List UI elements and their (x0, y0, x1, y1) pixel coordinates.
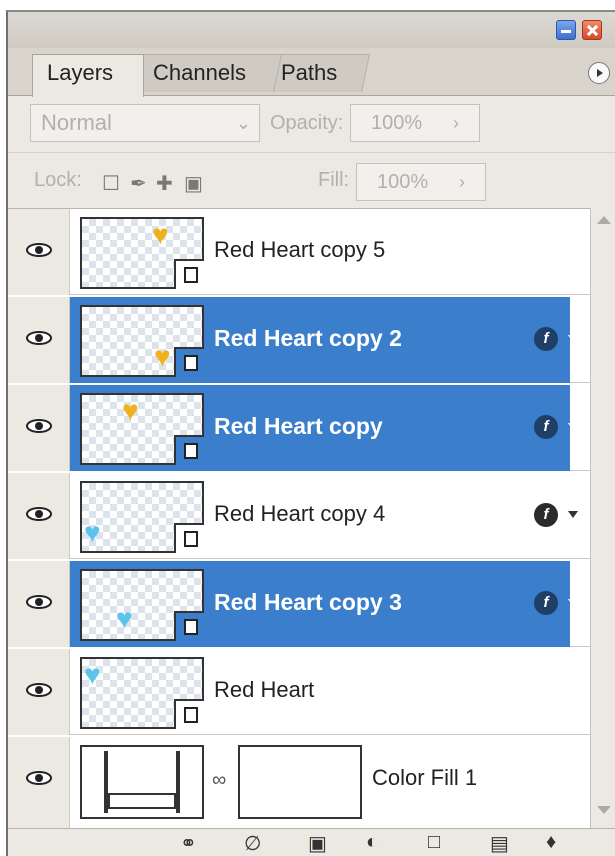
folder-icon[interactable]: □ (428, 831, 440, 854)
blend-opacity-row: Normal ⌄ Opacity: 100% › (8, 96, 615, 150)
layer-row[interactable]: ♥ Red Heart copy f (8, 385, 590, 471)
layer-row[interactable]: ∞ Color Fill 1 (8, 737, 590, 829)
visibility-toggle[interactable] (8, 473, 70, 559)
fill-thumbnail (80, 745, 204, 819)
opacity-label: Opacity: (270, 112, 344, 134)
link-icon (184, 443, 198, 459)
fx-icon[interactable]: f (534, 503, 558, 527)
chevron-right-icon[interactable]: › (453, 105, 459, 141)
opacity-field[interactable]: 100% › (350, 104, 480, 142)
layer-name: Red Heart copy 2 (214, 325, 402, 351)
lock-label: Lock: (34, 169, 82, 191)
chevron-down-icon[interactable] (568, 423, 578, 430)
fill-label: Fill: (318, 169, 350, 191)
layer-row[interactable]: ♥ Red Heart copy 3 f (8, 561, 590, 647)
heart-icon: ♥ (122, 395, 139, 426)
visibility-toggle[interactable] (8, 385, 70, 471)
layer-thumbnail: ♥ (80, 217, 204, 289)
layer-name: Red Heart copy (214, 413, 383, 439)
bottom-toolbar: ⚭ ∅ ▣ ◐ □ ▤ ♦ (8, 828, 615, 856)
chevron-down-icon[interactable] (568, 335, 578, 342)
link-icon (184, 355, 198, 371)
layers-panel: Paths Channels Layers Normal ⌄ Opacity: … (6, 10, 615, 856)
chevron-down-icon[interactable] (568, 599, 578, 606)
layer-row[interactable]: ♥ Red Heart copy 4 f (8, 473, 590, 559)
link-layers-icon[interactable]: ⚭ (180, 831, 197, 856)
panel-titlebar (8, 12, 615, 48)
chevron-down-icon[interactable] (568, 511, 578, 518)
eye-icon (26, 683, 52, 697)
fx-icon[interactable]: f (534, 591, 558, 615)
mask-icon[interactable]: ▣ (308, 831, 327, 856)
heart-icon: ♥ (152, 219, 169, 250)
layer-thumbnail: ♥ (80, 657, 204, 729)
lock-paint-icon[interactable]: ✒ (130, 171, 147, 196)
lock-fill-row: Lock: ☐ ✒ ✚ ▣ Fill: 100% › (8, 152, 615, 208)
scroll-down-icon[interactable] (597, 806, 611, 814)
link-icon (184, 267, 198, 283)
visibility-toggle[interactable] (8, 209, 70, 295)
layer-thumbnail: ♥ (80, 481, 204, 553)
fill-field[interactable]: 100% › (356, 163, 486, 201)
link-icon (184, 707, 198, 723)
eye-icon (26, 331, 52, 345)
layer-row[interactable]: ♥ Red Heart copy 2 f (8, 297, 590, 383)
heart-icon: ♥ (116, 603, 133, 634)
layers-list: ♥ Red Heart copy 5 ♥ Red Heart copy 2 f (8, 208, 590, 829)
scrollbar[interactable] (590, 208, 615, 828)
fx-icon[interactable]: f (534, 327, 558, 351)
layer-name: Red Heart copy 4 (214, 501, 386, 526)
chain-link-icon[interactable]: ∞ (212, 769, 226, 792)
layer-thumbnail: ♥ (80, 393, 204, 465)
heart-icon: ♥ (84, 659, 101, 690)
layer-name: Red Heart copy 5 (214, 237, 386, 262)
layer-thumbnail: ♥ (80, 305, 204, 377)
trash-icon[interactable]: ♦ (546, 831, 556, 854)
adjustment-icon[interactable]: ◐ (366, 831, 378, 854)
lock-all-icon[interactable]: ▣ (184, 171, 203, 196)
tab-layers[interactable]: Layers (32, 54, 144, 97)
scroll-up-icon[interactable] (597, 216, 611, 224)
lock-position-icon[interactable]: ✚ (156, 171, 173, 196)
eye-icon (26, 595, 52, 609)
layer-thumbnail: ♥ (80, 569, 204, 641)
panel-menu-button[interactable] (588, 62, 610, 84)
eye-icon (26, 243, 52, 257)
tab-channels[interactable]: Channels (133, 54, 283, 92)
layer-name: Color Fill 1 (372, 765, 478, 790)
layer-row[interactable]: ♥ Red Heart (8, 649, 590, 735)
chevron-down-icon: ⌄ (235, 113, 251, 133)
link-icon (184, 531, 198, 547)
tab-row: Paths Channels Layers (8, 48, 615, 97)
eye-icon (26, 419, 52, 433)
minimize-button[interactable] (556, 20, 576, 40)
layer-name: Red Heart copy 3 (214, 589, 402, 615)
layer-name: Red Heart (214, 677, 315, 702)
eye-icon (26, 771, 52, 785)
visibility-toggle[interactable] (8, 649, 70, 735)
visibility-toggle[interactable] (8, 737, 70, 829)
eye-icon (26, 507, 52, 521)
close-button[interactable] (582, 20, 602, 40)
visibility-toggle[interactable] (8, 297, 70, 383)
lock-transparency-icon[interactable]: ☐ (102, 171, 120, 196)
heart-icon: ♥ (84, 517, 101, 548)
new-layer-icon[interactable]: ▤ (490, 831, 509, 856)
blend-mode-select[interactable]: Normal ⌄ (30, 104, 260, 142)
visibility-toggle[interactable] (8, 561, 70, 647)
link-icon (184, 619, 198, 635)
layer-row[interactable]: ♥ Red Heart copy 5 (8, 209, 590, 295)
heart-icon: ♥ (154, 341, 171, 372)
fx-icon[interactable]: ∅ (244, 831, 261, 856)
chevron-right-icon[interactable]: › (459, 164, 465, 200)
fx-icon[interactable]: f (534, 415, 558, 439)
mask-thumbnail (238, 745, 362, 819)
